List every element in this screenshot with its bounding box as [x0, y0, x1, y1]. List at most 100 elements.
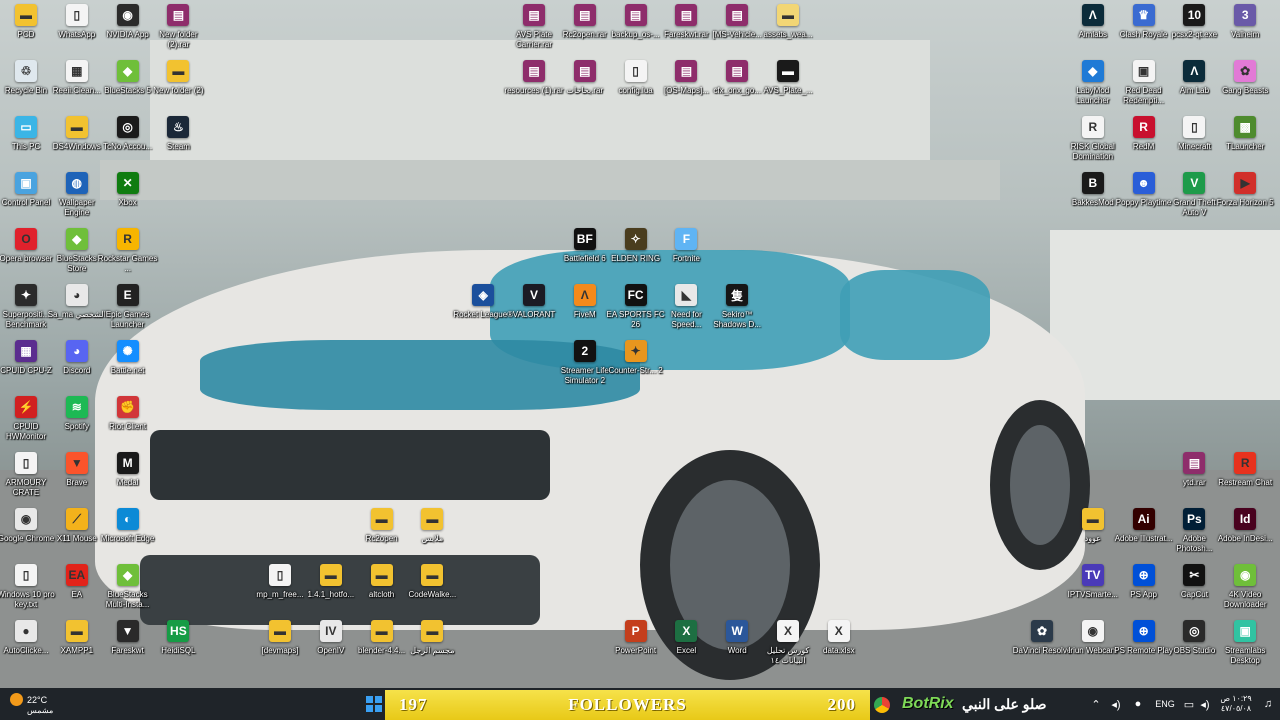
desktop-icon[interactable]: B BakkesMod — [1067, 172, 1119, 226]
desktop-icon[interactable]: Ai Adobe Illustrat... — [1115, 508, 1173, 562]
desktop-icon[interactable]: ▦ CPUID CPU-Z — [0, 340, 52, 394]
desktop-icon[interactable]: V Grand Theft Auto V — [1168, 172, 1220, 226]
desktop-icon[interactable]: Ps Adobe Photosh... — [1168, 508, 1220, 562]
desktop-icon[interactable]: ▬ مجسم الرجل — [406, 620, 458, 674]
desktop-icon[interactable]: HS HeidiSQL — [152, 620, 204, 674]
desktop-icon[interactable]: R Rockstar Games ... — [98, 228, 157, 282]
desktop-icon[interactable]: ⟋ X11 Mouse — [51, 508, 103, 562]
desktop-icon[interactable]: ▦ Reeii.Clean... — [51, 60, 103, 114]
desktop-icon[interactable]: ▬ عوود — [1067, 508, 1119, 562]
desktop-icon[interactable]: V VALORANT — [508, 284, 560, 338]
desktop-icon[interactable]: ✿ Gang Beasts — [1219, 60, 1271, 114]
desktop-icon[interactable]: ✧ ELDEN RING — [610, 228, 662, 282]
desktop-icon[interactable]: ▣ Streamlabs Desktop — [1219, 620, 1271, 674]
desktop-icon[interactable]: 10 pcsx2-qt.exe — [1168, 4, 1220, 58]
desktop-icon[interactable]: P PowerPoint — [610, 620, 662, 674]
desktop-icon[interactable]: ▣ Red Dead Redempti... — [1118, 60, 1170, 114]
desktop-icon[interactable]: ⊕ PS Remote Play — [1114, 620, 1173, 674]
desktop-icon[interactable]: ▤ New folder (2).rar — [152, 4, 204, 58]
desktop-icon[interactable]: ♲ Recycle Bin — [0, 60, 52, 114]
desktop-icon[interactable]: ✦ Counter-Str... 2 — [608, 340, 663, 394]
desktop-icon[interactable]: Λ Aimlabs — [1067, 4, 1119, 58]
desktop-icon[interactable]: ▬ AVS_Plate_... — [762, 60, 814, 114]
desktop-icon[interactable]: ▤ cfx_onx_go... — [711, 60, 763, 114]
desktop-icon[interactable]: EA EA — [51, 564, 103, 618]
desktop-icon[interactable]: ▤ Fareskwt.rar — [660, 4, 712, 58]
desktop-icon[interactable]: M Medal — [102, 452, 154, 506]
desktop-icon[interactable]: ▯ ARMOURY CRATE — [0, 452, 52, 506]
desktop-icon[interactable]: ▭ This PC — [0, 116, 52, 170]
desktop-icon[interactable]: ▯ mp_m_free... — [254, 564, 306, 618]
desktop-icon[interactable]: F Fortnite — [660, 228, 712, 282]
desktop-icon[interactable]: ▤ Rc2open.rar — [559, 4, 611, 58]
desktop-icon[interactable]: ◉ 4K Video Downloader — [1219, 564, 1271, 618]
desktop-icon[interactable]: ▬ assets_wea... — [762, 4, 814, 58]
desktop-icon[interactable]: ◆ LabyMod Launcher — [1067, 60, 1119, 114]
desktop-icon[interactable]: ● AutoClicke... — [0, 620, 52, 674]
desktop-icon[interactable]: ⊕ PS App — [1118, 564, 1170, 618]
desktop-icon[interactable]: ▤ ytd.rar — [1168, 452, 1220, 506]
desktop-icon[interactable]: ▯ Windows 10 pro key.txt — [0, 564, 55, 618]
language-indicator[interactable]: ENG — [1152, 688, 1178, 720]
desktop-icon[interactable]: E Epic Games Launcher — [102, 284, 154, 338]
desktop-icon[interactable]: ◈ Rocket League® — [453, 284, 513, 338]
desktop-icon[interactable]: X كورس تحليل البيانات ١٤ — [762, 620, 814, 674]
desktop-icon[interactable]: 隻 Sekiro™ Shadows D... — [711, 284, 763, 338]
desktop-icon[interactable]: ▯ WhatsApp — [51, 4, 103, 58]
desktop-icon[interactable]: ◆ BlueStacks Multi-Insta... — [102, 564, 154, 618]
clock[interactable]: ١٠:٢٩ ص ٤٧/٠٥/٠٨ — [1214, 688, 1258, 720]
desktop-icon[interactable]: ◉ NVIDIA App — [102, 4, 154, 58]
desktop-icon[interactable]: ▯ config.lua — [610, 60, 662, 114]
tray-speaker-icon[interactable]: ◂) — [1198, 688, 1212, 720]
desktop-icon[interactable]: ◎ TcNo Accou... — [102, 116, 154, 170]
desktop-icon[interactable]: ▤ بخاخات.rar — [559, 60, 611, 114]
tray-microphone-icon[interactable]: ● — [1130, 688, 1146, 720]
start-button[interactable] — [364, 688, 384, 720]
desktop-icon[interactable]: Id Adobe InDesi... — [1218, 508, 1273, 562]
desktop-icon[interactable]: ≋ Spotify — [51, 396, 103, 450]
desktop-icon[interactable]: ✦ Superpositi... Benchmark — [0, 284, 52, 338]
desktop-icon[interactable]: X Excel — [660, 620, 712, 674]
desktop-icon[interactable]: ⚡ CPUID HWMonitor — [0, 396, 52, 450]
desktop-icon[interactable]: ▬ [devmaps] — [254, 620, 306, 674]
desktop-icon[interactable]: ✂ CapCut — [1168, 564, 1220, 618]
desktop-icon[interactable]: ◐ Microsoft Edge — [101, 508, 154, 562]
desktop-icon[interactable]: ▬ DS4Windows — [51, 116, 103, 170]
desktop-icon[interactable]: R Restream Chat — [1218, 452, 1272, 506]
desktop-icon[interactable]: ▬ New folder (2) — [152, 60, 204, 114]
desktop-icon[interactable]: ▤ AVS Plate Carrier.rar — [508, 4, 560, 58]
desktop-icon[interactable]: ▣ Control Panel — [0, 172, 52, 226]
desktop-icon[interactable]: ◣ Need for Speed... — [660, 284, 712, 338]
desktop-icon[interactable]: Xdata.xlsx — [813, 620, 865, 674]
desktop-icon[interactable]: FC EA SPORTS FC 26 — [607, 284, 665, 338]
desktop-icon[interactable]: ▩ TLauncher — [1219, 116, 1271, 170]
desktop-icon[interactable]: ▼ Brave — [51, 452, 103, 506]
desktop-icon[interactable]: ▬ Rc2open — [356, 508, 408, 562]
desktop-icon[interactable]: ▤ resources (1).rar — [504, 60, 564, 114]
desktop-icon[interactable]: BF Battlefield 6 — [559, 228, 611, 282]
desktop-icon[interactable]: ▬ ملابس — [406, 508, 458, 562]
desktop-icon[interactable]: ◎ OBS Studio — [1168, 620, 1220, 674]
desktop-icon[interactable]: ♛ Clash Royale — [1118, 4, 1170, 58]
tray-overflow-button[interactable]: ⌃ — [1088, 688, 1104, 720]
desktop-icon[interactable]: ▬ altcloth — [356, 564, 408, 618]
desktop-icon[interactable]: ◉ Iriun Webcam — [1067, 620, 1119, 674]
desktop-icon[interactable]: ◆ BlueStacks Store — [51, 228, 103, 282]
desktop-icon[interactable]: ◕ Sa_ma الشخصي — [48, 284, 106, 338]
desktop-icon[interactable]: ✕ Xbox — [102, 172, 154, 226]
desktop-icon[interactable]: R RISK Global Domination — [1067, 116, 1119, 170]
desktop-icon[interactable]: 2 Streamer Life Simulator 2 — [559, 340, 611, 394]
desktop-icon[interactable]: R RedM — [1118, 116, 1170, 170]
desktop-icon[interactable]: IV OpenIV — [305, 620, 357, 674]
desktop-icon[interactable]: ◉ Google Chrome — [0, 508, 54, 562]
tray-volume-icon[interactable]: ◂) — [1108, 688, 1124, 720]
desktop-icon[interactable]: ☻ Poppy Playtime — [1116, 172, 1171, 226]
desktop-icon[interactable]: ◕ Discord — [51, 340, 103, 394]
weather-widget[interactable]: 22°C مشمس — [10, 688, 70, 720]
desktop-icon[interactable]: ✊ Riot Client — [102, 396, 154, 450]
desktop-icon[interactable]: ▼ Fareskwt — [102, 620, 154, 674]
desktop-icon[interactable]: ▬ blender-4.4... — [356, 620, 408, 674]
desktop-icon[interactable]: ◍ Wallpaper Engine — [51, 172, 103, 226]
desktop-icon[interactable]: ✿ DaVinci Resolve — [1013, 620, 1071, 674]
desktop-icon[interactable]: ▬ CodeWalke... — [406, 564, 458, 618]
